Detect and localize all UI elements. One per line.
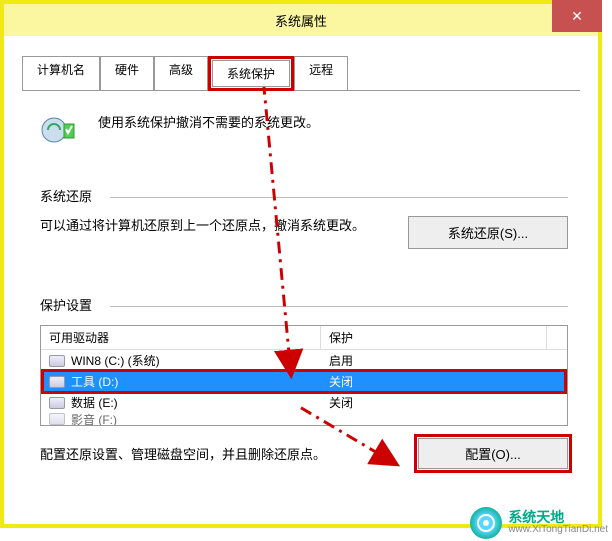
drive-list-header: 可用驱动器 保护 — [41, 326, 567, 350]
tab-system-protection[interactable]: 系统保护 — [212, 60, 290, 87]
tab-hardware[interactable]: 硬件 — [100, 56, 154, 91]
tab-remote[interactable]: 远程 — [294, 56, 348, 91]
configure-button[interactable]: 配置(O)... — [418, 438, 568, 469]
drive-status: 关闭 — [321, 372, 567, 391]
drive-status — [321, 418, 567, 420]
system-properties-window: 系统属性 ✕ 计算机名 硬件 高级 系统保护 远程 使用系统保护撤消不需要的系统… — [0, 0, 602, 528]
protection-group-label: 保护设置 — [40, 295, 568, 314]
drive-name: 数据 (E:) — [71, 394, 118, 411]
drive-name: 工具 (D:) — [71, 373, 118, 390]
disk-icon — [49, 355, 65, 367]
close-button[interactable]: ✕ — [552, 0, 602, 32]
drive-status: 启用 — [321, 351, 567, 370]
titlebar: 系统属性 ✕ — [4, 4, 598, 36]
drive-row-e[interactable]: 数据 (E:) 关闭 — [41, 392, 567, 413]
drive-name: 影音 (F:) — [71, 413, 117, 425]
tab-advanced[interactable]: 高级 — [154, 56, 208, 91]
intro-text: 使用系统保护撤消不需要的系统更改。 — [98, 110, 319, 131]
close-icon: ✕ — [571, 8, 583, 25]
window-title: 系统属性 — [275, 11, 327, 30]
watermark-cn: 系统天地 — [508, 510, 608, 525]
header-protection-col[interactable]: 保护 — [321, 326, 547, 349]
drive-row-f[interactable]: 影音 (F:) — [41, 413, 567, 425]
tab-system-protection-highlight: 系统保护 — [208, 56, 294, 91]
disk-icon — [49, 397, 65, 409]
watermark-logo-icon — [470, 507, 502, 539]
drive-row-d[interactable]: 工具 (D:) 关闭 — [41, 371, 567, 392]
drive-status: 关闭 — [321, 393, 567, 412]
drive-name: WIN8 (C:) (系统) — [71, 352, 160, 369]
system-restore-button[interactable]: 系统还原(S)... — [408, 216, 568, 249]
disk-icon — [49, 376, 65, 388]
disk-icon — [49, 413, 65, 425]
restore-group-label: 系统还原 — [40, 186, 568, 205]
header-drive-col[interactable]: 可用驱动器 — [41, 326, 321, 349]
restore-description: 可以通过将计算机还原到上一个还原点，撤消系统更改。 — [40, 216, 388, 237]
tab-computer-name[interactable]: 计算机名 — [22, 56, 100, 91]
watermark-en: www.XiTongTianDi.net — [508, 525, 608, 536]
drive-row-c[interactable]: WIN8 (C:) (系统) 启用 — [41, 350, 567, 371]
shield-icon — [40, 110, 80, 150]
drive-list: 可用驱动器 保护 WIN8 (C:) (系统) 启用 工具 (D:) 关闭 数据… — [40, 325, 568, 426]
tab-row: 计算机名 硬件 高级 系统保护 远程 — [4, 56, 598, 91]
watermark: 系统天地 www.XiTongTianDi.net — [470, 507, 608, 539]
config-description: 配置还原设置、管理磁盘空间，并且删除还原点。 — [40, 444, 326, 463]
